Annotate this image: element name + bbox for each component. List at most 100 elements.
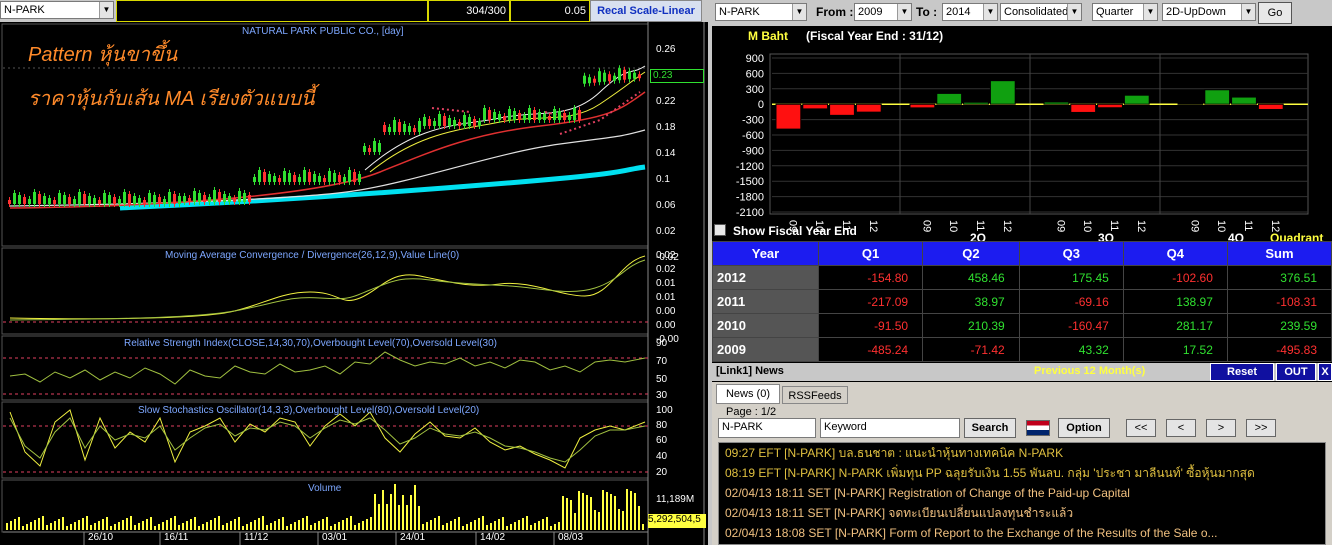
keyword-input[interactable]: Keyword	[820, 418, 960, 438]
volume-bar	[326, 517, 328, 530]
volume-bar	[174, 516, 176, 530]
volume-bar	[630, 491, 632, 530]
col-header: Sum	[1226, 241, 1332, 266]
volume-bar	[506, 526, 508, 530]
volume-bar	[546, 517, 548, 530]
volume-bar	[106, 517, 108, 530]
candle-body	[638, 74, 641, 79]
volume-bar	[270, 523, 272, 530]
year-cell: 2009	[712, 337, 819, 362]
show-fiscal-checkbox[interactable]	[714, 224, 726, 236]
volume-bar	[574, 513, 576, 530]
candle-body	[243, 193, 246, 202]
first-page-button[interactable]: <<	[1126, 419, 1156, 437]
news-item[interactable]: 02/04/13 18:11 SET [N-PARK] จดทะเบียนเปล…	[719, 503, 1325, 523]
volume-bar	[454, 519, 456, 530]
volume-bar	[122, 520, 124, 530]
candle-body	[438, 114, 441, 126]
candle-body	[538, 112, 541, 120]
from-year-dropdown[interactable]: 2009 ▼	[854, 3, 912, 21]
previous-months-label[interactable]: Previous 12 Month(s)	[1034, 365, 1145, 377]
volume-bar	[194, 517, 196, 530]
volume-bar	[486, 525, 488, 530]
candle-body	[168, 192, 171, 204]
rsi-tick: 90	[656, 338, 668, 349]
fin-x-tick: 10	[1081, 220, 1093, 232]
value-cell: 239.59	[1226, 313, 1332, 338]
volume-bar	[226, 523, 228, 530]
fin-symbol-dropdown[interactable]: N-PARK ▼	[715, 3, 807, 21]
volume-bar	[430, 520, 432, 530]
volume-bar	[502, 517, 504, 530]
price-panel-title: NATURAL PARK PUBLIC CO., [day]	[242, 26, 404, 37]
statement-dropdown[interactable]: Consolidated ▼	[1000, 3, 1082, 21]
volume-panel-title: Volume	[308, 483, 342, 494]
volume-bar	[166, 520, 168, 530]
volume-bar	[286, 526, 288, 530]
volume-bar	[438, 516, 440, 530]
prev-page-button[interactable]: <	[1166, 419, 1196, 437]
fin-bar	[829, 103, 855, 116]
news-item[interactable]: 09:27 EFT [N-PARK] บล.ธนชาต : แนะนำหุ้นท…	[719, 443, 1325, 463]
macd-tick: 0.00	[656, 306, 676, 317]
fin-x-tick: 10	[947, 220, 959, 232]
stoch-tick: 40	[656, 451, 668, 462]
fin-bar	[1231, 96, 1257, 105]
candle-body	[278, 178, 281, 182]
option-button[interactable]: Option	[1058, 418, 1110, 438]
fin-bar	[1257, 103, 1284, 110]
candle-body	[623, 69, 626, 80]
candle-body	[358, 174, 361, 182]
candle-body	[113, 197, 116, 204]
fin-bar	[1043, 101, 1070, 105]
last-page-button[interactable]: >>	[1246, 419, 1276, 437]
volume-bar	[274, 521, 276, 530]
volume-bar	[398, 505, 400, 530]
language-flag-icon[interactable]	[1026, 420, 1050, 436]
volume-bar	[522, 518, 524, 530]
volume-bar	[38, 518, 40, 530]
candle-body	[383, 125, 386, 132]
news-symbol-input[interactable]: N-PARK	[718, 418, 816, 438]
reset-button[interactable]: Reset	[1210, 363, 1274, 381]
go-button[interactable]: Go	[1258, 2, 1292, 24]
symbol-value: N-PARK	[4, 4, 45, 16]
news-item[interactable]: 02/04/13 18:08 SET [N-PARK] Form of Repo…	[719, 523, 1325, 543]
volume-bar	[566, 498, 568, 530]
volume-bar	[222, 525, 224, 530]
symbol-dropdown[interactable]: N-PARK ▼	[0, 1, 114, 19]
search-button[interactable]: Search	[964, 418, 1016, 438]
candle-body	[543, 114, 546, 120]
view-dropdown[interactable]: 2D-UpDown ▼	[1162, 3, 1256, 21]
next-page-button[interactable]: >	[1206, 419, 1236, 437]
chevron-down-icon: ▼	[792, 4, 806, 20]
volume-bar	[110, 526, 112, 530]
candle-body	[598, 71, 601, 83]
table-row[interactable]: 2011 -217.09 38.97 -69.16 138.97 -108.31	[712, 289, 1332, 314]
close-icon[interactable]: X	[1318, 363, 1332, 381]
volume-bar	[602, 490, 604, 530]
table-row[interactable]: 2012 -154.80 458.46 175.45 -102.60 376.51	[712, 265, 1332, 290]
news-item[interactable]: 08:19 EFT [N-PARK] N-PARK เพิ่มทุน PP ฉล…	[719, 463, 1325, 483]
value-cell: -154.80	[817, 265, 924, 290]
rsi-tick: 70	[656, 356, 668, 367]
candle-body	[493, 112, 496, 120]
table-row[interactable]: 2009 -485.24 -71.42 43.32 17.52 -495.83	[712, 337, 1332, 362]
volume-bar	[586, 495, 588, 530]
to-year-dropdown[interactable]: 2014 ▼	[942, 3, 998, 21]
volume-bar	[214, 518, 216, 530]
table-row[interactable]: 2010 -91.50 210.39 -160.47 281.17 239.59	[712, 313, 1332, 338]
news-item[interactable]: 02/04/13 18:11 SET [N-PARK] Registration…	[719, 483, 1325, 503]
tab-rssfeeds[interactable]: RSSFeeds	[782, 386, 848, 404]
from-year-value: 2009	[858, 6, 883, 18]
page-label: Page : 1/2	[726, 406, 777, 418]
out-button[interactable]: OUT	[1276, 363, 1316, 381]
macd-line	[9, 255, 646, 320]
candle-body	[138, 198, 141, 204]
period-dropdown[interactable]: Quarter ▼	[1092, 3, 1158, 21]
candle-body	[348, 170, 351, 182]
tab-news[interactable]: News (0)	[716, 384, 780, 404]
candle-body	[328, 171, 331, 182]
col-header: Q3	[1018, 241, 1124, 266]
recal-scale-button[interactable]: Recal Scale-Linear	[590, 0, 702, 22]
